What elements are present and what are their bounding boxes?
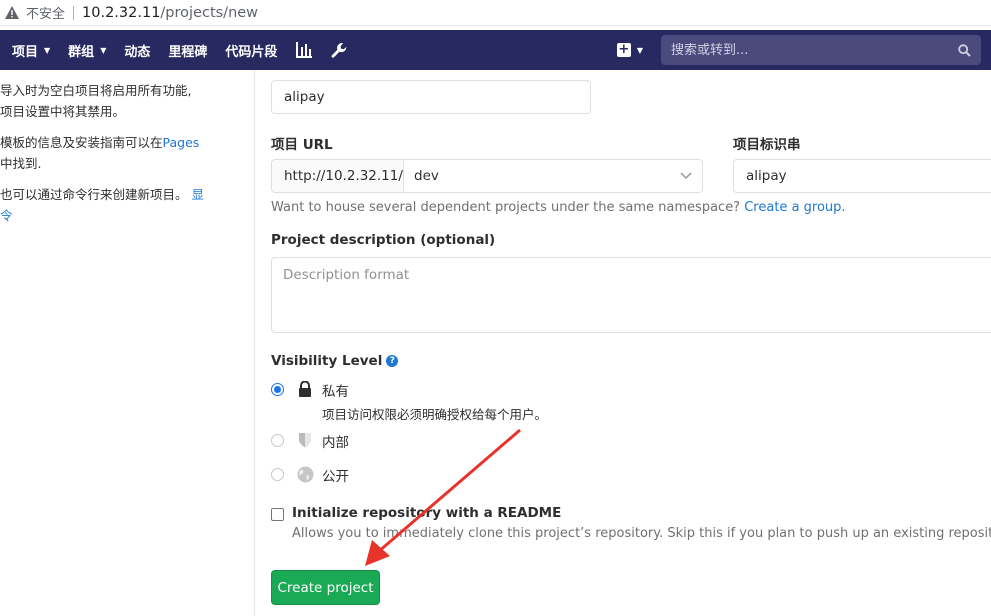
create-group-link[interactable]: Create a group.	[744, 200, 845, 215]
lock-icon	[296, 380, 314, 398]
project-url-label: 项目 URL	[271, 137, 333, 153]
show-command-link-cont[interactable]: 令	[0, 208, 13, 223]
readme-description: Allows you to immediately clone this pro…	[292, 526, 991, 541]
nav-activity-label: 动态	[124, 44, 151, 60]
new-project-form: alipay 项目 URL 项目标识串 http://10.2.32.11/ d…	[271, 70, 991, 616]
search-icon	[958, 43, 971, 57]
pages-link[interactable]: Pages	[163, 135, 200, 150]
nav-milestones[interactable]: 里程碑	[159, 30, 216, 70]
info-paragraph-2: 模板的信息及安装指南可以在Pages 中找到.	[0, 132, 254, 174]
url-text[interactable]: 10.2.32.11/projects/new	[82, 5, 258, 21]
group-help-text: Want to house several dependent projects…	[271, 200, 846, 215]
info-p1-line2: 项目设置中将其禁用。	[0, 104, 126, 119]
visibility-private-title: 私有	[322, 384, 349, 400]
nav-groups-label: 群组	[68, 44, 95, 60]
search-input[interactable]	[671, 42, 941, 58]
chevron-down-icon: ▼	[636, 45, 643, 55]
info-p2-line2: 中找到.	[0, 156, 42, 171]
shield-icon	[296, 431, 314, 449]
readme-label: Initialize repository with a README	[292, 505, 562, 521]
info-p3-text: 也可以通过命令行来创建新项目。	[0, 187, 188, 202]
info-p2-text: 模板的信息及安装指南可以在	[0, 135, 163, 150]
plus-icon: +	[616, 42, 631, 57]
info-paragraph-1: 导入时为空白项目将启用所有功能, 项目设置中将其禁用。	[0, 80, 254, 122]
url-host: 10.2.32.11	[82, 4, 161, 21]
show-command-link[interactable]: 显	[192, 187, 205, 202]
nav-admin[interactable]	[322, 30, 357, 70]
nav-projects[interactable]: 项目 ▼	[0, 30, 59, 70]
visibility-private-desc: 项目访问权限必须明确授权给每个用户。	[322, 407, 548, 422]
new-menu-button[interactable]: + ▼	[609, 35, 651, 65]
project-url-group: http://10.2.32.11/ dev	[271, 159, 703, 193]
globe-icon	[296, 465, 314, 483]
nav-projects-label: 项目	[12, 44, 39, 60]
group-help-label: Want to house several dependent projects…	[271, 200, 741, 215]
search-box[interactable]	[661, 35, 981, 65]
nav-activity-chart[interactable]	[286, 30, 322, 70]
project-slug-label: 项目标识串	[733, 137, 801, 153]
create-project-button[interactable]: Create project	[271, 570, 380, 605]
url-prefix: http://10.2.32.11/	[271, 159, 404, 193]
visibility-radio-private[interactable]	[271, 383, 284, 396]
info-p1-line1: 导入时为空白项目将启用所有功能,	[0, 83, 192, 98]
description-textarea[interactable]: Description format	[271, 257, 991, 333]
visibility-label: Visibility Level ?	[271, 353, 399, 369]
readme-text: Initialize repository with a README Allo…	[292, 505, 991, 541]
question-icon[interactable]: ?	[386, 355, 399, 367]
visibility-option-private[interactable]: 私有 项目访问权限必须明确授权给每个用户。	[271, 380, 547, 423]
visibility-radio-internal[interactable]	[271, 434, 284, 447]
bar-chart-icon	[296, 42, 313, 58]
visibility-option-public[interactable]: 公开	[271, 465, 349, 485]
readme-option[interactable]: Initialize repository with a README Allo…	[271, 505, 991, 541]
visibility-radio-public[interactable]	[271, 468, 284, 481]
url-path: /projects/new	[160, 4, 259, 21]
chevron-down-icon: ▼	[44, 45, 51, 55]
wrench-icon	[331, 42, 347, 58]
security-label: 不安全	[26, 7, 66, 22]
visibility-internal-title: 内部	[322, 435, 349, 451]
nav-snippets-label: 代码片段	[225, 44, 278, 60]
nav-activity[interactable]: 动态	[115, 30, 159, 70]
address-bar[interactable]: 不安全 10.2.32.11/projects/new	[0, 0, 991, 26]
visibility-label-text: Visibility Level	[271, 353, 383, 369]
namespace-select[interactable]: dev	[404, 159, 703, 193]
chevron-down-icon: ▼	[100, 45, 107, 55]
visibility-public-title: 公开	[322, 469, 349, 485]
chevron-down-icon	[680, 172, 692, 180]
visibility-private-text: 私有 项目访问权限必须明确授权给每个用户。	[322, 380, 547, 423]
readme-checkbox[interactable]	[271, 508, 284, 521]
visibility-option-internal[interactable]: 内部	[271, 431, 349, 451]
address-separator	[73, 5, 75, 20]
nav-snippets[interactable]: 代码片段	[216, 30, 286, 70]
info-paragraph-3: 也可以通过命令行来创建新项目。 显 令	[0, 184, 254, 226]
top-navbar: 项目 ▼ 群组 ▼ 动态 里程碑 代码片段 + ▼	[0, 30, 991, 70]
description-label: Project description (optional)	[271, 232, 496, 248]
warning-icon	[4, 5, 20, 21]
project-name-input[interactable]: alipay	[271, 80, 591, 114]
nav-milestones-label: 里程碑	[168, 44, 208, 60]
project-slug-input[interactable]: alipay	[733, 159, 991, 193]
namespace-value: dev	[414, 168, 439, 184]
nav-groups[interactable]: 群组 ▼	[59, 30, 115, 70]
left-info-panel: 导入时为空白项目将启用所有功能, 项目设置中将其禁用。 模板的信息及安装指南可以…	[0, 70, 255, 616]
